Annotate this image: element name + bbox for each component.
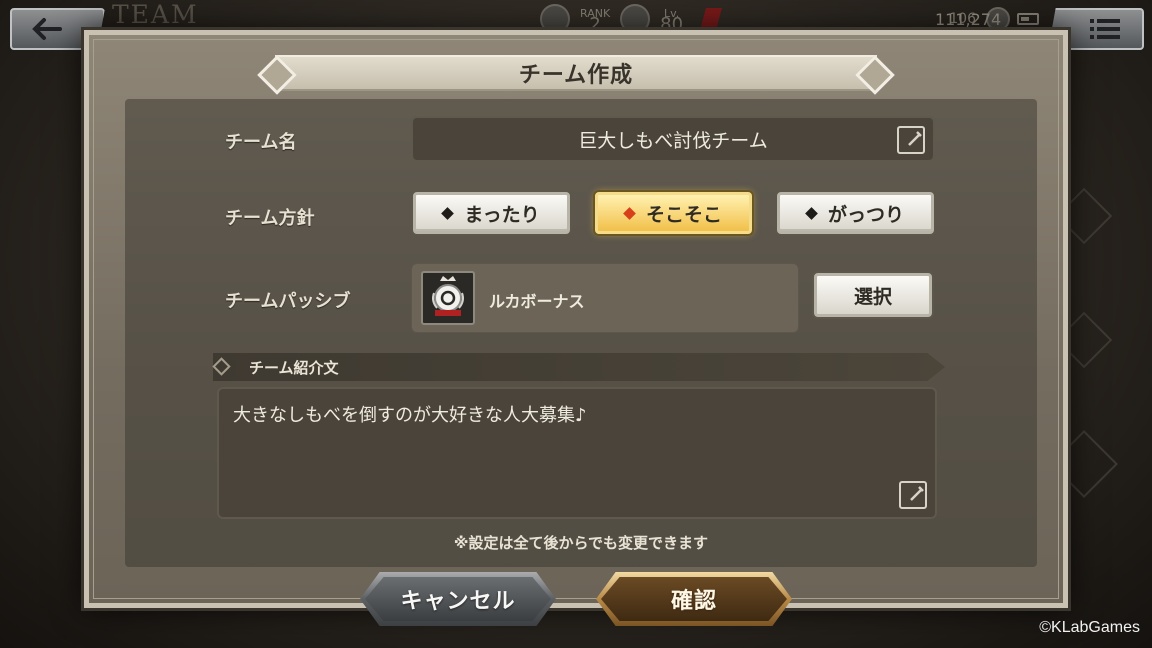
confirm-button[interactable]: 確認	[596, 572, 792, 626]
passive-name: ルカボーナス	[489, 292, 585, 311]
team-name-label: チーム名	[225, 132, 297, 153]
team-create-dialog: チーム作成 チーム名 巨大しもべ討伐チーム チーム方針 まったり そこそこ がっ…	[84, 30, 1068, 608]
screen-title: TEAM	[112, 0, 199, 29]
confirm-label: 確認	[670, 589, 717, 614]
dialog-title: チーム作成	[518, 63, 634, 88]
rank-display: RANK 2	[580, 8, 610, 35]
crystal-icon	[700, 8, 723, 30]
rank-value: 2	[589, 14, 601, 35]
cancel-button[interactable]: キャンセル	[360, 572, 556, 626]
policy-option-moderate[interactable]: そこそこ	[595, 192, 752, 234]
bullet-icon	[441, 206, 455, 220]
intro-text: 大きなしもべを倒すのが大好きな人大募集♪	[233, 405, 587, 426]
copyright-text: ©KLabGames	[1039, 619, 1140, 636]
bullet-icon	[805, 206, 818, 220]
team-policy-label: チーム方針	[225, 208, 315, 229]
team-passive-label: チームパッシブ	[225, 291, 351, 312]
dialog-title-bar: チーム作成	[257, 55, 895, 95]
gold-value: 111,274	[935, 10, 1002, 29]
level-value: 80	[660, 14, 684, 35]
intro-label: チーム紹介文	[249, 358, 339, 377]
title-ornament-icon	[855, 55, 895, 95]
edit-icon[interactable]	[897, 126, 925, 154]
policy-option-relaxed[interactable]: まったり	[413, 192, 570, 234]
policy-option-hardcore[interactable]: がっつり	[777, 192, 934, 234]
passive-emblem-icon	[421, 271, 475, 325]
team-passive-box: ルカボーナス	[411, 263, 799, 333]
edit-icon[interactable]	[899, 481, 927, 509]
back-arrow-icon	[32, 18, 62, 40]
policy-option-label: まったり	[464, 203, 540, 226]
policy-option-label: そこそこ	[645, 203, 722, 226]
menu-icon	[1090, 19, 1120, 39]
level-display: Lv. 80	[660, 8, 684, 35]
policy-option-label: がっつり	[827, 203, 904, 226]
intro-section-header: チーム紹介文	[213, 353, 945, 381]
select-passive-button[interactable]: 選択	[814, 273, 932, 317]
team-name-value: 巨大しもべ討伐チーム	[578, 129, 768, 152]
title-ornament-icon	[257, 55, 297, 95]
cancel-label: キャンセル	[400, 589, 516, 614]
battery-icon	[1017, 13, 1039, 25]
settings-note: ※設定は全て後からでも変更できます	[453, 534, 709, 552]
bullet-icon	[623, 206, 636, 220]
intro-text-field[interactable]: 大きなしもべを倒すのが大好きな人大募集♪	[217, 387, 937, 519]
team-name-field[interactable]: 巨大しもべ討伐チーム	[411, 116, 935, 162]
